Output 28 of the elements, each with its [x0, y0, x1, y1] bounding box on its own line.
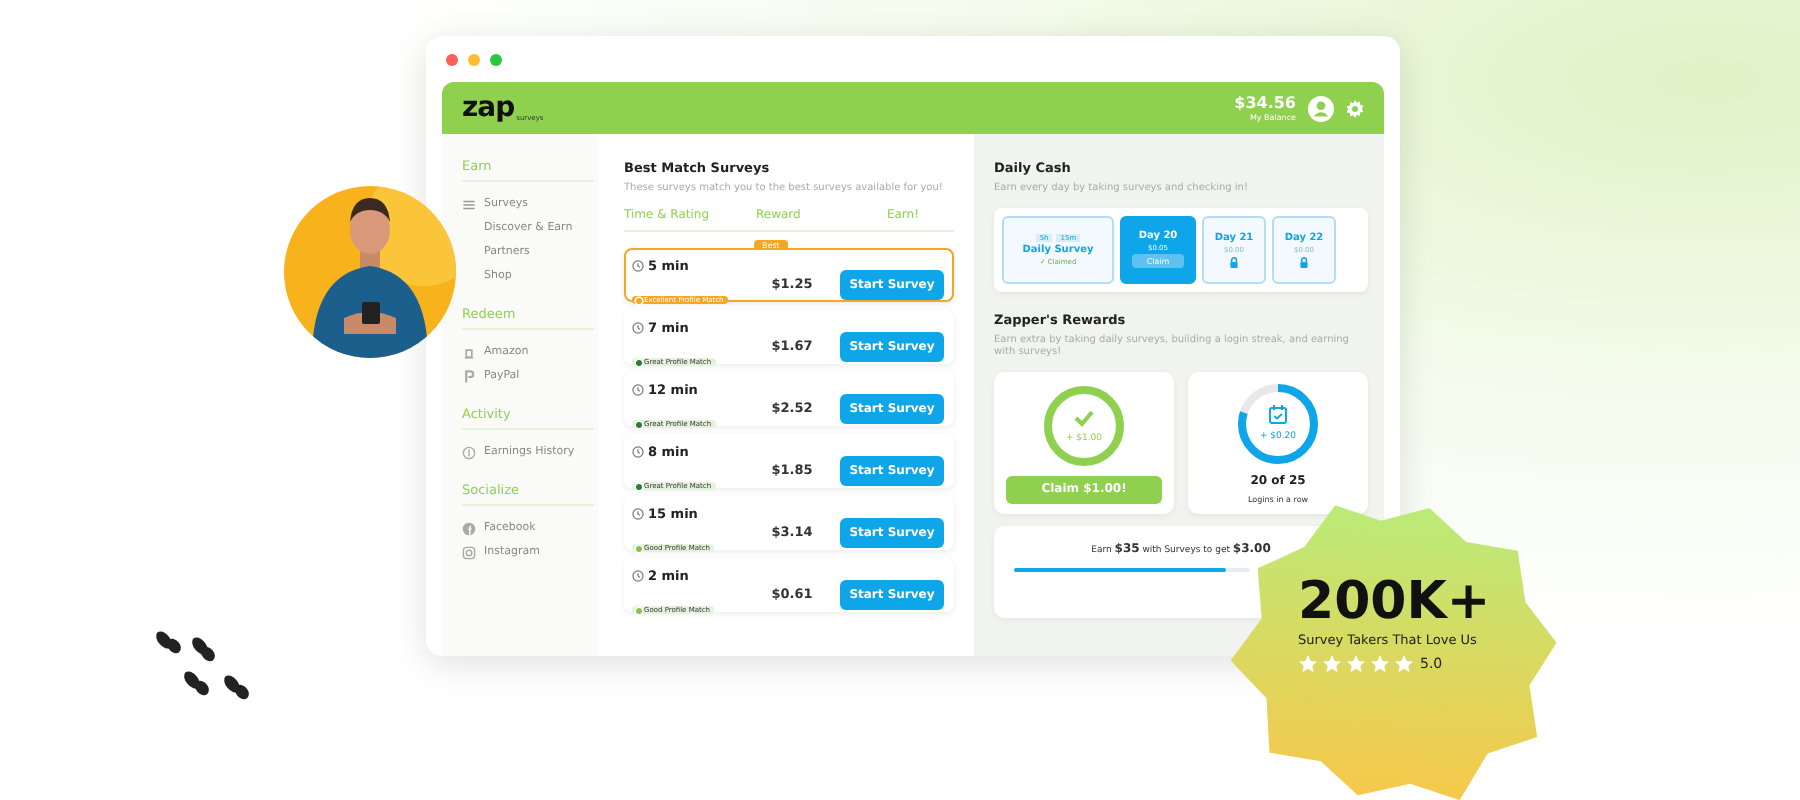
clock-icon: [632, 569, 644, 581]
clock-icon: [632, 259, 644, 271]
paypal-icon: [462, 369, 476, 383]
star-icon: [1370, 654, 1390, 674]
lock-icon: [1228, 255, 1240, 267]
settings-icon[interactable]: [1346, 99, 1364, 117]
menu-icon: [462, 197, 476, 211]
window-dot[interactable]: [490, 54, 502, 66]
facebook-icon: [462, 521, 476, 535]
clock-icon: [632, 507, 644, 519]
clock-icon: [632, 383, 644, 395]
coin-icon: [462, 445, 476, 459]
check-icon: [1074, 407, 1094, 427]
window-dot[interactable]: [468, 54, 480, 66]
logo: zap: [462, 94, 515, 122]
star-icon: [1322, 654, 1342, 674]
instagram-icon: [462, 545, 476, 559]
star-icon: [1346, 654, 1366, 674]
avatar-icon[interactable]: [1308, 95, 1334, 121]
lock-icon: [1298, 255, 1310, 267]
star-icon: [1394, 654, 1414, 674]
clock-icon: [632, 445, 644, 457]
badge-value: 200K+: [1298, 576, 1491, 628]
window-dot[interactable]: [446, 54, 458, 66]
clock-icon: [632, 321, 644, 333]
balance-amount: $34.56: [1234, 95, 1296, 111]
star-icon: [1298, 654, 1318, 674]
calendar-icon: [1268, 404, 1288, 424]
